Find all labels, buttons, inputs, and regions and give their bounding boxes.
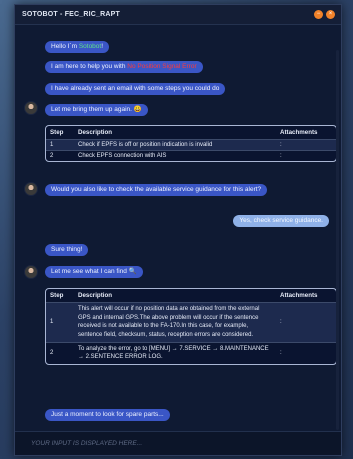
bot-message: Just a moment to look for spare parts...	[45, 409, 170, 421]
steps-table: Step Description Attachments 1 Check if …	[45, 125, 337, 162]
step-description: To analyze the error, go to [MENU] → 7.S…	[74, 341, 276, 365]
message-text: I am here to help you with	[51, 63, 128, 70]
table-row: 2 Check EPFS connection with AIS :	[46, 150, 336, 161]
column-header-attachments: Attachments	[280, 129, 318, 136]
chat-scrollbar[interactable]	[336, 50, 339, 430]
column-header-description: Description	[78, 129, 113, 136]
attachment-link[interactable]: :	[276, 302, 336, 343]
bot-name: Sotobot	[78, 43, 102, 50]
chatbot-window: SOTOBOT - FEC_RIC_RAPT − × Hello I`m Sot…	[14, 4, 342, 456]
message-text: !	[101, 43, 104, 50]
bot-message: Sure thing!	[45, 244, 89, 256]
step-number: 1	[46, 139, 74, 151]
step-number: 2	[46, 341, 74, 365]
window-controls: − ×	[314, 10, 335, 19]
close-icon[interactable]: ×	[326, 10, 335, 19]
title-bar: SOTOBOT - FEC_RIC_RAPT − ×	[15, 5, 341, 25]
step-description: Check EPFS connection with AIS	[74, 150, 276, 161]
bot-avatar	[24, 182, 38, 196]
bot-message: Would you also like to check the availab…	[45, 184, 268, 196]
table-row: 1 This alert will occur if no position d…	[46, 302, 336, 343]
user-message: Yes, check service guidance.	[233, 215, 329, 227]
bot-message: Let me see what I can find 🔍	[45, 266, 143, 278]
bot-message: Hello I`m Sotobot!	[45, 41, 110, 53]
window-title: SOTOBOT - FEC_RIC_RAPT	[22, 11, 121, 18]
chat-area[interactable]: Hello I`m Sotobot! I am here to help you…	[15, 26, 341, 431]
step-description: Check if EPFS is off or position indicat…	[74, 139, 276, 151]
step-number: 2	[46, 150, 74, 161]
bot-avatar	[24, 265, 38, 279]
column-header-step: Step	[50, 129, 64, 136]
alert-name: No Position Signal Error	[127, 63, 197, 70]
column-header-description: Description	[78, 292, 113, 299]
attachment-link[interactable]: :	[276, 150, 336, 161]
minimize-icon[interactable]: −	[314, 10, 323, 19]
table-row: 1 Check if EPFS is off or position indic…	[46, 139, 336, 151]
input-bar	[15, 431, 341, 455]
chat-input[interactable]	[31, 440, 311, 447]
attachment-link[interactable]: :	[276, 341, 336, 365]
bot-message: I have already sent an email with some s…	[45, 83, 226, 95]
table-row: 2 To analyze the error, go to [MENU] → 7…	[46, 341, 336, 365]
service-guidance-table: Step Description Attachments 1 This aler…	[45, 288, 337, 366]
bot-message: I am here to help you with No Position S…	[45, 61, 203, 73]
step-number: 1	[46, 302, 74, 343]
step-description: This alert will occur if no position dat…	[74, 302, 276, 343]
attachment-link[interactable]: :	[276, 139, 336, 151]
bot-message: Let me bring them up again. 😀	[45, 104, 148, 116]
message-text: Hello I`m	[51, 43, 79, 50]
column-header-attachments: Attachments	[280, 292, 318, 299]
bot-avatar	[24, 101, 38, 115]
column-header-step: Step	[50, 292, 64, 299]
